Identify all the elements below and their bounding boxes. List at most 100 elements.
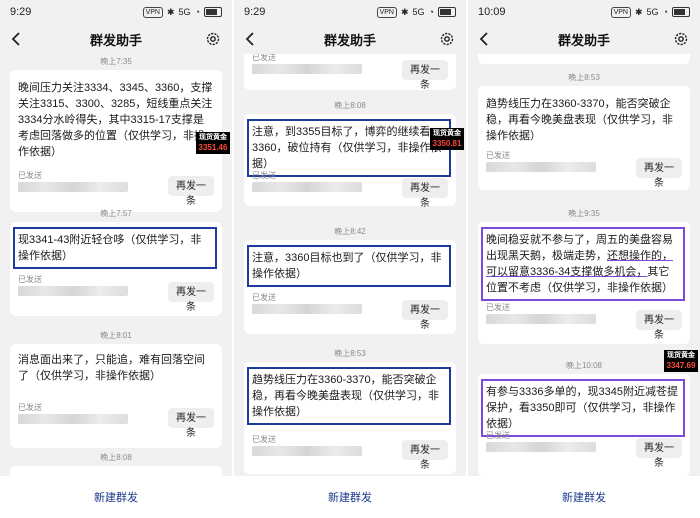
status-bar: 10:09 VPN ✱ 5G ◔ xyxy=(468,0,700,24)
timestamp: 晚上10:08 xyxy=(565,361,603,370)
message-text: 趋势线压力在3360-3370，能否突破企稳，再看今晚美盘表现（仅供学习，非操作… xyxy=(486,98,673,142)
message-text: 注意，到3355目标了，博弈的继续看3360，破位持有（仅供学习，非操作依据） xyxy=(247,119,451,177)
message-card: 注意，到3355目标了，博弈的继续看3360，破位持有（仅供学习，非操作依据） … xyxy=(244,114,456,209)
bottom-bar: 新建群发 xyxy=(234,476,466,518)
resend-button[interactable]: 再发一条 xyxy=(636,158,682,189)
message-card: 晚间压力关注3334、3345、3360，支撑关注3315、3300、3285，… xyxy=(10,70,222,212)
sent-label: 已发送 xyxy=(18,403,42,412)
sent-label: 已发送 xyxy=(18,171,42,180)
status-icons: VPN ✱ 5G ◔ xyxy=(610,6,690,18)
gear-icon[interactable] xyxy=(204,30,222,48)
badge-label: 现货黄金 xyxy=(433,130,461,137)
message-card: 有参与3336多单的，现3345附近减苍提保护，看3350即可（仅供学习，非操作… xyxy=(478,374,690,476)
message-list: 晚上7:35 晚间压力关注3334、3345、3360，支撑关注3315、330… xyxy=(0,54,232,476)
status-bar: 9:29 VPN ✱ 5G ◔ xyxy=(0,0,232,24)
message-card xyxy=(478,54,690,64)
gold-price-badge: 现货黄金 3351.46 xyxy=(196,132,230,154)
new-group-button[interactable]: 新建群发 xyxy=(88,488,144,506)
blurred-recipients xyxy=(486,314,596,324)
blurred-recipients xyxy=(252,304,362,314)
sent-label: 已发送 xyxy=(252,54,276,62)
status-time: 9:29 xyxy=(10,6,32,18)
status-icons: VPN ✱ 5G ◔ xyxy=(376,6,456,18)
blurred-recipients xyxy=(486,442,596,452)
page-title: 群发助手 xyxy=(557,32,610,48)
timestamp: 晚上8:53 xyxy=(334,349,366,358)
resend-button[interactable]: 再发一条 xyxy=(402,440,448,471)
message-card xyxy=(10,466,222,476)
bluetooth-icon: ✱ xyxy=(167,6,175,17)
message-text: 趋势线压力在3360-3370，能否突破企稳，再看今晚美盘表现（仅供学习，非操作… xyxy=(247,367,451,425)
header: 群发助手 xyxy=(234,24,466,54)
sent-label: 已发送 xyxy=(486,151,510,160)
badge-label: 现货黄金 xyxy=(199,134,227,141)
resend-button[interactable]: 再发一条 xyxy=(168,408,214,439)
timestamp: 晚上8:01 xyxy=(100,331,132,340)
phone-screen-2: 9:29 VPN ✱ 5G ◔ 群发助手 已发送 再发一条 晚上8:08 注意，… xyxy=(234,0,466,518)
blurred-recipients xyxy=(252,446,362,456)
gear-icon[interactable] xyxy=(672,30,690,48)
resend-button[interactable]: 再发一条 xyxy=(402,300,448,331)
wifi-icon: ◔ xyxy=(662,7,668,17)
timestamp: 晚上8:42 xyxy=(334,227,366,236)
bluetooth-icon: ✱ xyxy=(401,6,409,17)
back-arrow-icon[interactable] xyxy=(476,30,494,48)
battery-icon xyxy=(204,7,222,17)
signal-icon: 5G xyxy=(646,7,659,17)
message-text: 消息面出来了，只能追，难有回落空间了（仅供学习，非操作依据） xyxy=(18,354,205,382)
new-group-button[interactable]: 新建群发 xyxy=(556,488,612,506)
status-time: 10:09 xyxy=(478,6,506,18)
header: 群发助手 xyxy=(0,24,232,54)
wifi-icon: ◔ xyxy=(194,7,200,17)
message-card: 晚间稳妥就不参与了，周五的美盘容易出现黑天鹅，极端走势，还想操作的，可以留意33… xyxy=(478,222,690,344)
bottom-bar: 新建群发 xyxy=(0,476,232,518)
resend-button[interactable]: 再发一条 xyxy=(402,60,448,91)
message-text: 现3341-43附近轻仓哆（仅供学习，非操作依据） xyxy=(13,227,217,269)
badge-price: 3351.46 xyxy=(198,143,228,152)
message-text: 有参与3336多单的，现3345附近减苍提保护，看3350即可（仅供学习，非操作… xyxy=(481,379,685,437)
blurred-recipients xyxy=(486,162,596,172)
message-text: 晚间稳妥就不参与了，周五的美盘容易出现黑天鹅，极端走势，还想操作的，可以留意33… xyxy=(481,227,685,301)
message-list: 已发送 再发一条 晚上8:08 注意，到3355目标了，博弈的继续看3360，破… xyxy=(234,54,466,476)
resend-button[interactable]: 再发一条 xyxy=(636,310,682,341)
timestamp: 晚上9:35 xyxy=(568,209,600,218)
timestamp: 晚上7:35 xyxy=(100,57,132,66)
signal-icon: 5G xyxy=(412,7,425,17)
vpn-icon: VPN xyxy=(376,6,397,18)
resend-button[interactable]: 再发一条 xyxy=(168,282,214,313)
status-time: 9:29 xyxy=(244,6,266,18)
sent-label: 已发送 xyxy=(486,303,510,312)
message-card: 注意，3360目标也到了（仅供学习，非操作依据） 已发送 再发一条 xyxy=(244,240,456,334)
timestamp: 晚上8:08 xyxy=(100,453,132,462)
resend-button[interactable]: 再发一条 xyxy=(402,178,448,209)
sent-label: 已发送 xyxy=(252,435,276,444)
resend-button[interactable]: 再发一条 xyxy=(168,176,214,207)
bottom-bar: 新建群发 xyxy=(468,476,700,518)
message-card: 消息面出来了，只能追，难有回落空间了（仅供学习，非操作依据） 已发送 再发一条 xyxy=(10,344,222,448)
page-title: 群发助手 xyxy=(323,32,376,48)
message-card: 现3341-43附近轻仓哆（仅供学习，非操作依据） 已发送 再发一条 xyxy=(10,222,222,316)
timestamp: 晚上7:57 xyxy=(100,209,132,218)
gold-price-badge: 现货黄金 3350.81 xyxy=(430,128,464,150)
phone-screen-1: 9:29 VPN ✱ 5G ◔ 群发助手 晚上7:35 晚间压力关注3334、3… xyxy=(0,0,232,518)
badge-label: 现货黄金 xyxy=(667,352,695,359)
header: 群发助手 xyxy=(468,24,700,54)
new-group-button[interactable]: 新建群发 xyxy=(322,488,378,506)
message-text: 晚间压力关注3334、3345、3360，支撑关注3315、3300、3285，… xyxy=(18,82,213,158)
blurred-recipients xyxy=(18,286,128,296)
sent-label: 已发送 xyxy=(18,275,42,284)
back-arrow-icon[interactable] xyxy=(8,30,26,48)
page-title: 群发助手 xyxy=(89,32,142,48)
vpn-icon: VPN xyxy=(610,6,631,18)
battery-icon xyxy=(438,7,456,17)
back-arrow-icon[interactable] xyxy=(242,30,260,48)
sent-label: 已发送 xyxy=(252,293,276,302)
resend-button[interactable]: 再发一条 xyxy=(636,438,682,469)
phone-screen-3: 10:09 VPN ✱ 5G ◔ 群发助手 晚上8:53 趋势线压力在3360-… xyxy=(468,0,700,518)
gear-icon[interactable] xyxy=(438,30,456,48)
status-icons: VPN ✱ 5G ◔ xyxy=(142,6,222,18)
blurred-recipients xyxy=(252,64,362,74)
sent-label: 已发送 xyxy=(486,431,510,440)
message-card: 趋势线压力在3360-3370，能否突破企稳，再看今晚美盘表现（仅供学习，非操作… xyxy=(478,86,690,190)
message-card: 趋势线压力在3360-3370，能否突破企稳，再看今晚美盘表现（仅供学习，非操作… xyxy=(244,362,456,474)
